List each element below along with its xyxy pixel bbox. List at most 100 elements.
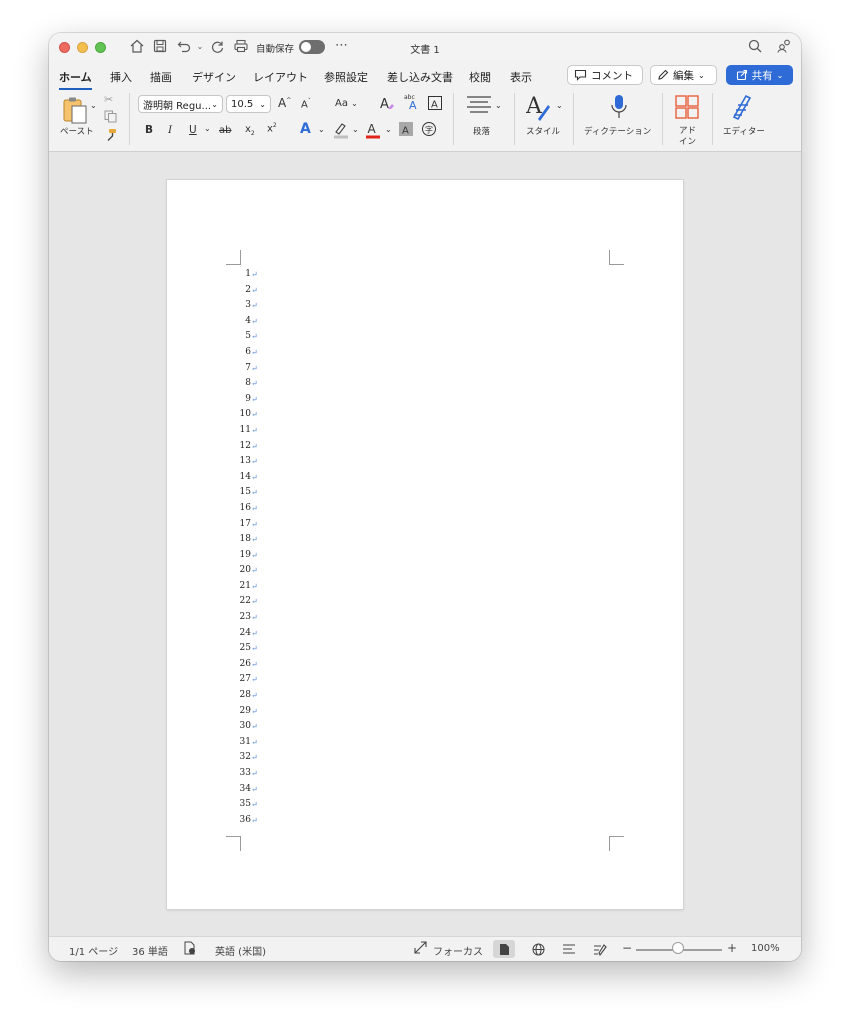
font-size-dropdown[interactable]: 10.5 ⌄ [226,95,271,113]
paragraph-dropdown-icon[interactable]: ⌄ [495,101,502,110]
zoom-in-button[interactable]: + [727,941,737,955]
draft-view-icon[interactable] [589,940,611,958]
change-case-button[interactable]: Aa ⌄ [335,98,358,109]
paragraph-mark: ↵ [251,270,258,279]
copy-icon[interactable] [104,110,117,126]
subscript-button[interactable]: x2 [245,124,255,137]
paste-icon[interactable] [61,95,89,128]
character-shading-icon[interactable]: A [399,122,413,139]
bold-button[interactable]: B [145,124,153,136]
chevron-down-icon[interactable]: ⌄ [385,125,392,134]
line-number: 27 ↵ [231,672,258,688]
underline-button[interactable]: U [189,124,197,136]
zoom-out-button[interactable]: − [622,941,632,955]
change-case-label: Aa [335,98,348,109]
comment-label: コメント [591,69,633,82]
outline-view-icon[interactable] [558,940,580,958]
web-layout-icon[interactable] [527,940,549,958]
strikethrough-button[interactable]: ab [219,125,231,136]
language-indicator[interactable]: 英語 (米国) [215,943,266,958]
word-count[interactable]: 36 単語 [132,943,168,958]
highlight-icon[interactable] [333,121,349,142]
font-color-icon[interactable]: A [365,121,381,142]
phonetic-guide-icon[interactable]: abc A [404,93,422,114]
tab-layout[interactable]: レイアウト [253,69,308,85]
line-number-label: 14 [239,471,251,482]
line-number: 35 ↵ [231,797,258,813]
share-button[interactable]: 共有 ⌄ [726,65,793,85]
tab-mailings[interactable]: 差し込み文書 [387,69,453,85]
svg-text:字: 字 [425,125,433,135]
line-number-label: 19 [239,549,251,560]
print-layout-icon[interactable] [493,940,515,958]
paste-dropdown-icon[interactable]: ⌄ [90,101,97,110]
tab-design[interactable]: デザイン [192,69,236,85]
character-border-icon[interactable]: A [427,95,443,114]
zoom-level[interactable]: 100% [751,943,780,954]
tab-home[interactable]: ホーム [59,69,92,90]
document-page[interactable]: 1 ↵ 2 ↵ 3 ↵ 4 ↵ 5 ↵ 6 ↵ 7 ↵ 8 ↵ 9 ↵ 10 ↵ 11 ↵ 12 ↵ 13 ↵ 14 ↵ 15 ↵ 16 ↵ 1… [167,180,683,909]
ribbon-separator [573,93,574,145]
cut-icon[interactable]: ✂ [104,93,113,106]
ribbon-separator [662,93,663,145]
edit-mode-button[interactable]: 編集 ⌄ [650,65,717,85]
shrink-font-icon[interactable]: Aˇ [301,98,311,110]
grow-font-icon[interactable]: A^ [278,96,291,110]
paste-label: ペースト [60,127,94,137]
ribbon-separator [514,93,515,145]
enclose-characters-icon[interactable]: 字 [421,121,437,140]
paragraph-mark: ↵ [251,379,258,389]
tab-review[interactable]: 校閲 [469,69,491,85]
paragraph-mark: ↵ [251,488,258,498]
chevron-down-icon: ⌄ [698,70,705,80]
styles-icon[interactable]: A [525,93,552,124]
italic-button[interactable]: I [168,124,172,136]
focus-icon[interactable] [414,941,427,957]
comment-button[interactable]: コメント [567,65,643,85]
line-number: 3 ↵ [231,298,257,314]
line-number: 33 ↵ [231,766,258,782]
pencil-icon [658,69,669,80]
account-icon[interactable] [775,38,793,56]
document-canvas[interactable]: 1 ↵ 2 ↵ 3 ↵ 4 ↵ 5 ↵ 6 ↵ 7 ↵ 8 ↵ 9 ↵ 10 ↵ 11 ↵ 12 ↵ 13 ↵ 14 ↵ 15 ↵ 16 ↵ 1… [49,151,801,937]
line-number: 2 ↵ [231,283,257,299]
paragraph-mark: ↵ [251,285,258,295]
line-number: 22 ↵ [231,594,258,610]
line-number-label: 21 [239,580,251,591]
tab-view[interactable]: 表示 [510,69,532,85]
clear-formatting-icon[interactable]: A [379,95,395,114]
line-number-label: 34 [239,783,251,794]
editor-icon[interactable] [730,93,756,124]
ribbon-separator [453,93,454,145]
superscript-button[interactable]: x2 [267,122,277,134]
underline-dropdown-icon[interactable]: ⌄ [204,124,211,133]
microphone-icon[interactable] [610,93,628,124]
chevron-down-icon[interactable]: ⌄ [352,125,359,134]
chevron-down-icon: ⌄ [776,70,784,80]
search-icon[interactable] [746,38,764,56]
paragraph-mark: ↵ [251,503,258,513]
chevron-down-icon[interactable]: ⌄ [318,125,325,134]
line-number-label: 18 [239,534,251,545]
text-effects-icon[interactable]: A [300,121,311,137]
paragraph-mark: ↵ [251,566,258,576]
focus-mode-button[interactable]: フォーカス [433,943,483,958]
page-count[interactable]: 1/1 ページ [69,943,118,958]
styles-label: スタイル [526,127,561,137]
tab-draw[interactable]: 描画 [150,69,172,85]
paragraph-mark: ↵ [251,550,258,560]
zoom-slider-thumb[interactable] [672,942,684,954]
tab-insert[interactable]: 挿入 [110,69,132,85]
line-number-label: 12 [239,440,251,451]
paragraph-icon[interactable] [466,95,492,118]
line-number-label: 20 [239,565,251,576]
line-number-label: 23 [239,612,251,623]
paragraph-mark: ↵ [251,706,258,716]
share-icon [736,69,747,81]
proofing-icon[interactable] [183,941,197,958]
font-name-dropdown[interactable]: 游明朝 Regu... ⌄ [138,95,223,113]
styles-dropdown-icon[interactable]: ⌄ [556,101,563,110]
tab-references[interactable]: 参照設定 [324,69,368,85]
format-painter-icon[interactable] [104,128,118,145]
addins-icon[interactable] [675,95,699,122]
